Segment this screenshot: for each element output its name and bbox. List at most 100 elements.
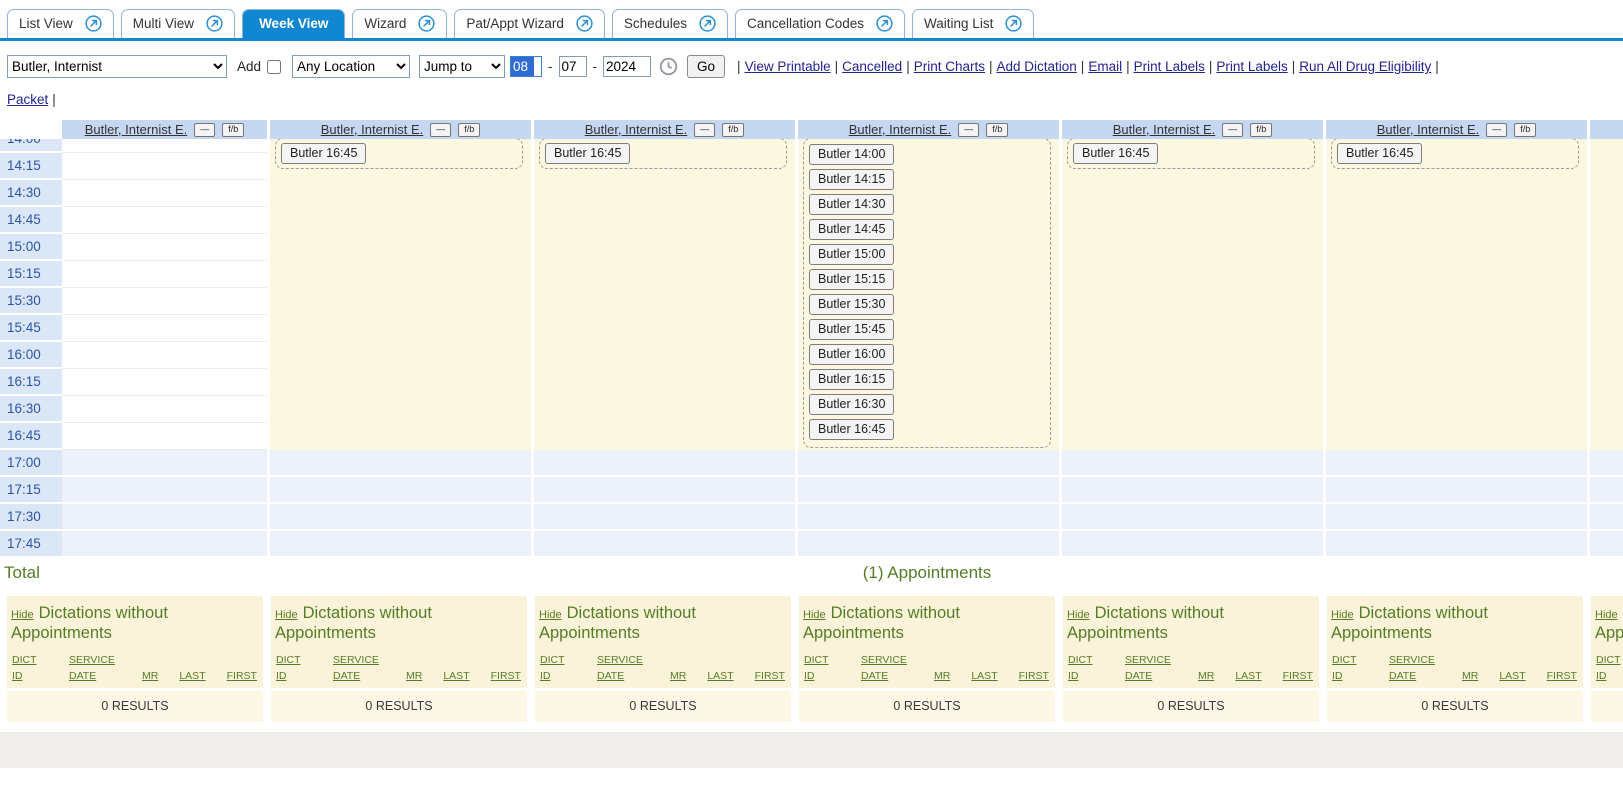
go-button[interactable]: Go: [687, 55, 725, 78]
toolbar-link-view-printable[interactable]: View Printable: [745, 59, 831, 74]
col-mr[interactable]: MR: [1462, 668, 1478, 684]
location-select[interactable]: Any Location: [292, 55, 410, 78]
clock-icon[interactable]: [659, 57, 678, 76]
fb-button[interactable]: f/b: [1514, 123, 1536, 137]
provider-column-link[interactable]: Butler, Internist E.: [849, 122, 952, 137]
hide-link[interactable]: Hide: [1595, 609, 1618, 621]
col-last[interactable]: LAST: [179, 668, 205, 684]
provider-column-link[interactable]: Butler, Internist E.: [85, 122, 188, 137]
col-last[interactable]: LAST: [707, 668, 733, 684]
minimize-column-button[interactable]: —: [194, 123, 215, 137]
hide-link[interactable]: Hide: [539, 609, 562, 621]
slot-button-butler-14-30[interactable]: Butler 14:30: [809, 194, 894, 215]
toolbar-link-print-charts[interactable]: Print Charts: [914, 59, 985, 74]
minimize-column-button[interactable]: —: [1486, 123, 1507, 137]
slot-button-butler-16-15[interactable]: Butler 16:15: [809, 369, 894, 390]
slot-button-butler-14-15[interactable]: Butler 14:15: [809, 169, 894, 190]
slot-button-butler-14-00[interactable]: Butler 14:00: [809, 144, 894, 165]
minimize-column-button[interactable]: —: [958, 123, 979, 137]
col-last[interactable]: LAST: [1499, 668, 1525, 684]
add-checkbox[interactable]: [267, 60, 281, 74]
slot-button-butler-16-45[interactable]: Butler 16:45: [809, 419, 894, 440]
col-dict-id[interactable]: DICT ID: [1596, 652, 1623, 685]
date-month-input[interactable]: [510, 56, 542, 77]
hide-link[interactable]: Hide: [803, 609, 826, 621]
minimize-column-button[interactable]: —: [430, 123, 451, 137]
col-dict-id[interactable]: DICT ID: [1068, 652, 1104, 685]
col-service-date[interactable]: SERVICE DATE: [333, 652, 385, 685]
col-mr[interactable]: MR: [406, 668, 422, 684]
open-new-view-icon[interactable]: [876, 15, 893, 32]
toolbar-link-cancelled[interactable]: Cancelled: [842, 59, 902, 74]
fb-button[interactable]: f/b: [458, 123, 480, 137]
col-service-date[interactable]: SERVICE DATE: [597, 652, 649, 685]
open-new-view-icon[interactable]: [206, 15, 223, 32]
provider-column-link[interactable]: Butler, Internist E.: [321, 122, 424, 137]
provider-select[interactable]: Butler, Internist: [7, 55, 227, 78]
hide-link[interactable]: Hide: [1067, 609, 1090, 621]
col-dict-id[interactable]: DICT ID: [1332, 652, 1368, 685]
hide-link[interactable]: Hide: [1331, 609, 1354, 621]
open-new-view-icon[interactable]: [1005, 15, 1022, 32]
col-dict-id[interactable]: DICT ID: [804, 652, 840, 685]
col-service-date[interactable]: SERVICE DATE: [861, 652, 913, 685]
col-first[interactable]: FIRST: [1019, 668, 1049, 684]
tab-waiting-list[interactable]: Waiting List: [912, 9, 1034, 38]
col-first[interactable]: FIRST: [491, 668, 521, 684]
slot-button-butler-15-45[interactable]: Butler 15:45: [809, 319, 894, 340]
toolbar-link-print-labels[interactable]: Print Labels: [1216, 59, 1287, 74]
tab-pat-appt-wizard[interactable]: Pat/Appt Wizard: [454, 9, 605, 38]
tab-multi-view[interactable]: Multi View: [121, 9, 235, 38]
tab-week-view[interactable]: Week View: [242, 9, 345, 38]
open-new-view-icon[interactable]: [85, 15, 102, 32]
col-first[interactable]: FIRST: [227, 668, 257, 684]
col-service-date[interactable]: SERVICE DATE: [1125, 652, 1177, 685]
col-mr[interactable]: MR: [1198, 668, 1214, 684]
fb-button[interactable]: f/b: [722, 123, 744, 137]
toolbar-link-packet[interactable]: Packet: [7, 92, 48, 107]
col-mr[interactable]: MR: [142, 668, 158, 684]
fb-button[interactable]: f/b: [1250, 123, 1272, 137]
slot-button-butler-14-45[interactable]: Butler 14:45: [809, 219, 894, 240]
fb-button[interactable]: f/b: [986, 123, 1008, 137]
date-day-input[interactable]: [559, 56, 587, 77]
col-last[interactable]: LAST: [443, 668, 469, 684]
slot-button-butler-15-00[interactable]: Butler 15:00: [809, 244, 894, 265]
toolbar-link-print-labels[interactable]: Print Labels: [1134, 59, 1205, 74]
slot-button-butler-16-30[interactable]: Butler 16:30: [809, 394, 894, 415]
toolbar-link-add-dictation[interactable]: Add Dictation: [997, 59, 1077, 74]
col-first[interactable]: FIRST: [755, 668, 785, 684]
col-dict-id[interactable]: DICT ID: [540, 652, 576, 685]
hide-link[interactable]: Hide: [11, 609, 34, 621]
col-service-date[interactable]: SERVICE DATE: [1389, 652, 1441, 685]
open-new-view-icon[interactable]: [418, 15, 435, 32]
minimize-column-button[interactable]: —: [694, 123, 715, 137]
slot-button-butler-15-30[interactable]: Butler 15:30: [809, 294, 894, 315]
open-new-view-icon[interactable]: [576, 15, 593, 32]
provider-column-link[interactable]: Butler, Internist E.: [1113, 122, 1216, 137]
col-dict-id[interactable]: DICT ID: [276, 652, 312, 685]
col-mr[interactable]: MR: [670, 668, 686, 684]
slot-button-butler-16-45[interactable]: Butler 16:45: [545, 143, 630, 164]
col-mr[interactable]: MR: [934, 668, 950, 684]
hide-link[interactable]: Hide: [275, 609, 298, 621]
slot-button-butler-16-45[interactable]: Butler 16:45: [1073, 143, 1158, 164]
tab-cancellation-codes[interactable]: Cancellation Codes: [735, 9, 905, 38]
tab-wizard[interactable]: Wizard: [352, 9, 447, 38]
slot-button-butler-16-00[interactable]: Butler 16:00: [809, 344, 894, 365]
date-year-input[interactable]: [603, 56, 651, 77]
toolbar-link-run-all-drug-eligibility[interactable]: Run All Drug Eligibility: [1299, 59, 1431, 74]
slot-button-butler-16-45[interactable]: Butler 16:45: [1337, 143, 1422, 164]
col-last[interactable]: LAST: [971, 668, 997, 684]
minimize-column-button[interactable]: —: [1222, 123, 1243, 137]
slot-button-butler-16-45[interactable]: Butler 16:45: [281, 143, 366, 164]
col-service-date[interactable]: SERVICE DATE: [69, 652, 121, 685]
slot-button-butler-15-15[interactable]: Butler 15:15: [809, 269, 894, 290]
col-last[interactable]: LAST: [1235, 668, 1261, 684]
tab-list-view[interactable]: List View: [7, 9, 114, 38]
fb-button[interactable]: f/b: [222, 123, 244, 137]
tab-schedules[interactable]: Schedules: [612, 9, 728, 38]
provider-column-link[interactable]: Butler, Internist E.: [1377, 122, 1480, 137]
jump-to-select[interactable]: Jump to: [419, 55, 505, 78]
col-dict-id[interactable]: DICT ID: [12, 652, 48, 685]
